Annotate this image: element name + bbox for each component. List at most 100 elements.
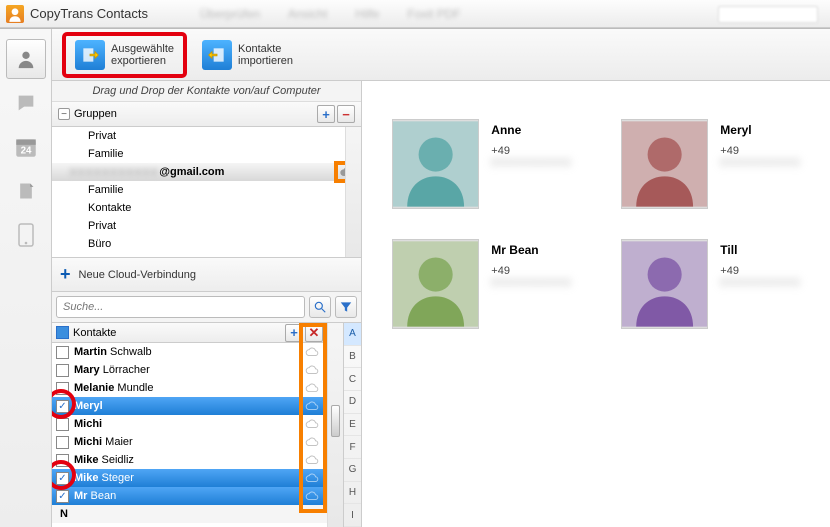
collapse-groups-button[interactable]: − [58, 108, 70, 120]
contacts-scrollbar[interactable] [327, 323, 343, 527]
contact-name: Martin Schwalb [74, 346, 300, 358]
groups-scrollbar[interactable] [345, 127, 361, 257]
import-contacts-button[interactable]: Kontakteimportieren [193, 36, 302, 74]
plus-icon: + [60, 264, 71, 285]
delete-group-button[interactable]: − [337, 105, 355, 123]
row-checkbox[interactable]: ✓ [56, 490, 69, 503]
avatar [621, 239, 708, 329]
group-item[interactable]: Kontakte [52, 199, 361, 217]
groups-list[interactable]: PrivatFamiliexxxxxxxxxxx@gmail.comFamili… [52, 127, 361, 257]
cloud-icon [305, 419, 323, 429]
contact-row[interactable]: Michi Maier [52, 433, 327, 451]
cloud-icon [305, 473, 323, 483]
contact-row[interactable]: Martin Schwalb [52, 343, 327, 361]
row-checkbox[interactable] [56, 418, 69, 431]
contact-cards-grid: Anne+49 0000000000 Meryl+49 0000000000 Mr … [382, 99, 830, 349]
contact-card[interactable]: Anne+49 0000000000 [392, 119, 591, 209]
vertical-tabs: 24 [0, 29, 52, 527]
groups-title: Gruppen [74, 108, 117, 120]
row-checkbox[interactable] [56, 364, 69, 377]
card-phone: +49 0000000000 [720, 145, 820, 169]
tab-device[interactable] [6, 215, 46, 255]
az-index[interactable]: ABCDEFGHI [343, 323, 361, 527]
search-row [52, 292, 361, 323]
az-letter[interactable]: F [344, 436, 361, 459]
groups-header: − Gruppen + − [52, 102, 361, 127]
toolbar: Ausgewählteexportieren Kontakteimportier… [52, 29, 830, 81]
tab-messages[interactable] [6, 83, 46, 123]
contact-card[interactable]: Till+49 0000000000 [621, 239, 820, 329]
contact-row[interactable]: Melanie Mundle [52, 379, 327, 397]
search-button[interactable] [309, 296, 331, 318]
group-item[interactable]: Familie [52, 181, 361, 199]
menubar-blurred: ÜberprüfenAnsichtHilfeFoxit PDF [200, 7, 461, 21]
export-selected-button[interactable]: Ausgewählteexportieren [64, 34, 185, 76]
cloud-icon [305, 383, 323, 393]
contact-card[interactable]: Meryl+49 0000000000 [621, 119, 820, 209]
group-item[interactable]: xxxxxxxxxxx@gmail.com [52, 163, 361, 181]
az-letter[interactable]: G [344, 459, 361, 482]
yahoo-icon: Y! [326, 256, 337, 257]
contacts-list[interactable]: Kontakte + ✕ Martin Schwalb Mary Lörrache… [52, 323, 327, 527]
letter-divider: N [52, 505, 327, 523]
card-phone: +49 0000000000 [720, 265, 820, 289]
filter-button[interactable] [335, 296, 357, 318]
cloud-icon [305, 437, 323, 447]
contact-row[interactable]: Mike Seidliz [52, 451, 327, 469]
import-label: Kontakteimportieren [238, 43, 293, 67]
add-contact-button[interactable]: + [285, 324, 303, 342]
tab-notes[interactable] [6, 171, 46, 211]
tab-calendar[interactable]: 24 [6, 127, 46, 167]
contact-row[interactable]: Michi [52, 415, 327, 433]
cloud-icon [305, 365, 323, 375]
az-letter[interactable]: I [344, 504, 361, 527]
drop-hint: Drag und Drop der Kontakte von/auf Compu… [52, 81, 361, 102]
contact-row[interactable]: ✓ Mr Bean [52, 487, 327, 505]
row-checkbox[interactable] [56, 346, 69, 359]
group-item[interactable]: Familie [52, 145, 361, 163]
export-icon [75, 40, 105, 70]
row-checkbox[interactable] [56, 454, 69, 467]
contact-row[interactable]: ✓Mike Steger [52, 469, 327, 487]
export-label: Ausgewählteexportieren [111, 43, 174, 67]
az-letter[interactable]: A [344, 323, 361, 346]
contact-row[interactable]: Mary Lörracher [52, 361, 327, 379]
card-phone: +49 0000000000 [491, 145, 591, 169]
contact-name: Mr Bean [74, 490, 300, 502]
contact-row[interactable]: ✓Meryl [52, 397, 327, 415]
az-letter[interactable]: H [344, 482, 361, 505]
new-cloud-connection-button[interactable]: + Neue Cloud-Verbindung [52, 257, 361, 291]
tab-contacts[interactable] [6, 39, 46, 79]
group-item[interactable]: Büro [52, 235, 361, 253]
cloud-icon [305, 455, 323, 465]
cloud-icon [305, 491, 323, 501]
contacts-section: Kontakte + ✕ Martin Schwalb Mary Lörrache… [52, 323, 361, 527]
cloud-icon [305, 347, 323, 357]
group-item[interactable]: YahooY! [52, 253, 361, 257]
contact-card[interactable]: Mr Bean+49 0000000000 [392, 239, 591, 329]
row-checkbox[interactable]: ✓ [56, 472, 69, 485]
row-checkbox[interactable] [56, 382, 69, 395]
add-group-button[interactable]: + [317, 105, 335, 123]
contact-name: Michi [74, 418, 300, 430]
top-search-blurred [718, 6, 818, 23]
row-checkbox[interactable] [56, 436, 69, 449]
group-item[interactable]: Privat [52, 127, 361, 145]
search-input[interactable] [56, 296, 305, 318]
row-checkbox[interactable]: ✓ [56, 400, 69, 413]
delete-contact-button[interactable]: ✕ [305, 324, 323, 342]
groups-section: − Gruppen + − PrivatFamiliexxxxxxxxxxx@g… [52, 102, 361, 292]
import-icon [202, 40, 232, 70]
contact-name: Mary Lörracher [74, 364, 300, 376]
az-letter[interactable]: E [344, 414, 361, 437]
card-phone: +49 0000000000 [491, 265, 591, 289]
select-all-checkbox[interactable] [56, 326, 69, 339]
az-letter[interactable]: D [344, 391, 361, 414]
cloud-icon [305, 401, 323, 411]
az-letter[interactable]: C [344, 368, 361, 391]
group-item[interactable]: Privat [52, 217, 361, 235]
contacts-header: Kontakte + ✕ [52, 323, 327, 343]
contacts-title: Kontakte [73, 327, 116, 339]
contact-name: Michi Maier [74, 436, 300, 448]
az-letter[interactable]: B [344, 346, 361, 369]
